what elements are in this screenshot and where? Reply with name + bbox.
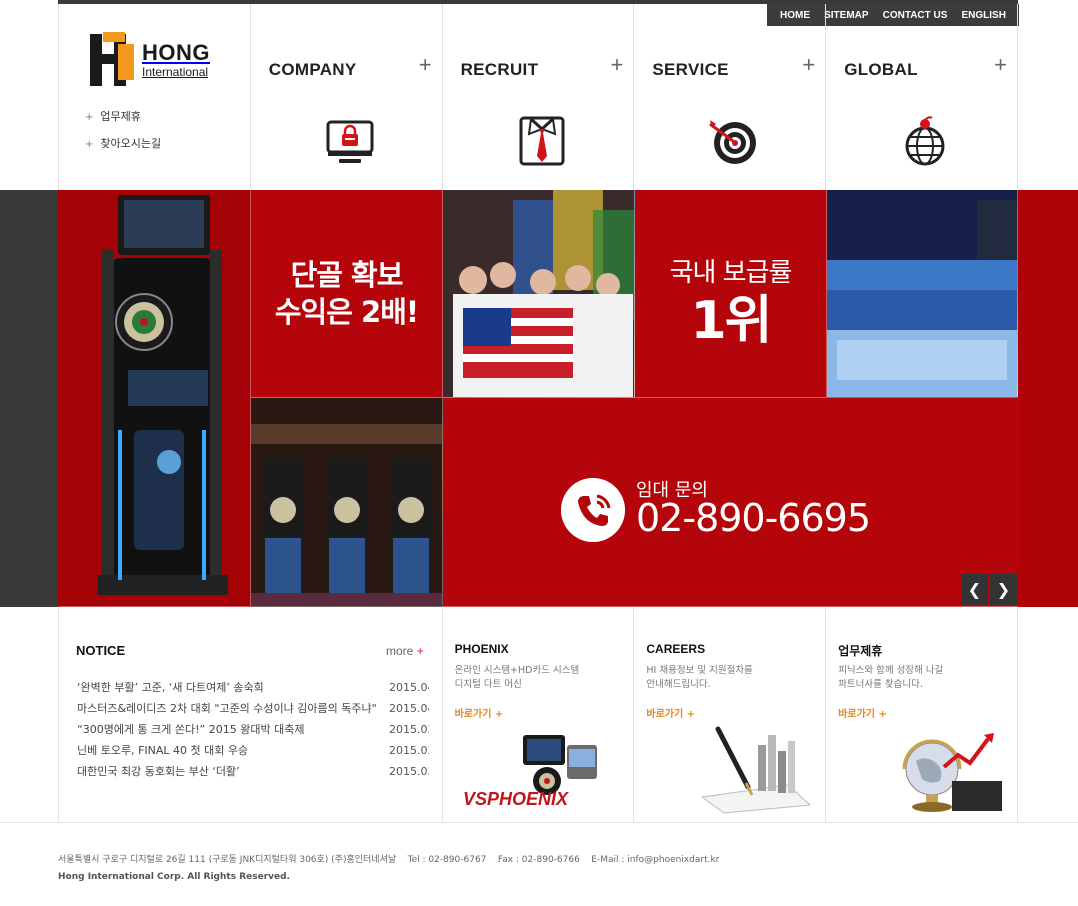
laptop-lock-icon <box>326 120 374 163</box>
logo-name: HONG <box>142 40 210 65</box>
hero-left-band <box>0 190 58 607</box>
footer-tel: Tel : 02-890-6767 <box>407 855 487 865</box>
menu-service-title: SERVICE <box>652 60 729 79</box>
team-flags-photo <box>443 190 635 398</box>
list-item[interactable]: ‘완벽한 부활’ 고준, ‘새 다트여제’ 송숙희 2015.04 <box>77 681 429 695</box>
menu-global[interactable]: GLOBAL + <box>826 4 1018 190</box>
phoenix-desc-line2: 디지털 다트 머신 <box>454 679 522 690</box>
careers-panel-desc: HI 채용정보 및 지원절차를 안내해드립니다. <box>646 664 816 692</box>
promo-tile-profit: 단골 확보 수익은 2배! <box>251 190 443 398</box>
festival-photo-illustration <box>827 190 1017 397</box>
quick-link-directions[interactable]: 찾아오시는길 <box>85 135 161 151</box>
partnership-panel-title: 업무제휴 <box>838 644 883 658</box>
phoenix-panel-desc: 온라인 시스템+HD카드 시스템 디지털 다트 머신 <box>455 664 625 692</box>
notice-item-date: 2015.03 <box>389 723 429 736</box>
footer-email: E-Mail : info@phoenixdart.kr <box>591 855 720 865</box>
careers-desc-line1: HI 채용정보 및 지원절차를 <box>646 665 753 676</box>
list-item[interactable]: 마스터즈&레이디즈 2차 대회 "고준의 수성이냐 김아름의 독주냐" 2015… <box>77 702 429 716</box>
notebook-pen-image <box>701 726 812 814</box>
header: HONG International 업무제휴 찾아오시는길 COMPANY +… <box>58 4 1018 190</box>
notice-item-title[interactable]: “300명에게 통 크게 쏜다!” 2015 왕대박 대축제 <box>77 723 383 737</box>
logo-mark-icon <box>90 32 136 88</box>
footer-address: 서울특별시 구로구 디지털로 26길 111 (구로동 JNK디지털타워 306… <box>58 855 397 865</box>
rental-inquiry-number: 02-890-6695 <box>636 496 871 540</box>
promo-profit-line1: 단골 확보 <box>290 258 404 293</box>
quick-link-partnership[interactable]: 업무제휴 <box>85 108 161 124</box>
globe-chart-image <box>902 733 1003 812</box>
dart-machine-image <box>58 190 251 607</box>
notice-panel: NOTICE more + ‘완벽한 부활’ 고준, ‘새 다트여제’ 송숙희 … <box>59 607 443 823</box>
careers-panel: CAREERS HI 채용정보 및 지원절차를 안내해드립니다. 바로가기 + <box>634 607 827 823</box>
hero-right-band <box>1018 190 1078 607</box>
partnership-desc-line1: 피닉스와 함께 성장해 나갈 <box>838 665 944 676</box>
notice-title: NOTICE <box>76 643 126 658</box>
rental-inquiry-tile[interactable]: 임대 문의 02-890-6695 <box>443 398 1018 607</box>
quick-links: 업무제휴 찾아오시는길 <box>85 108 161 162</box>
menu-company[interactable]: COMPANY + <box>251 4 443 190</box>
plus-icon: + <box>994 52 1007 77</box>
logo-cell: HONG International 업무제휴 찾아오시는길 <box>59 4 251 190</box>
menu-company-title: COMPANY <box>268 60 357 79</box>
phoenix-panel: PHOENIX 온라인 시스템+HD카드 시스템 디지털 다트 머신 바로가기 … <box>443 607 635 823</box>
site-logo[interactable]: HONG International <box>90 32 210 88</box>
phoenix-desc-line1: 온라인 시스템+HD카드 시스템 <box>454 665 580 676</box>
careers-desc-line2: 안내해드립니다. <box>646 679 711 690</box>
footer-divider <box>0 822 1078 823</box>
festival-hall-photo <box>827 190 1018 398</box>
team-photo-illustration <box>443 190 634 397</box>
careers-panel-title: CAREERS <box>646 642 706 656</box>
promo-profit-line2: 수익은 2배! <box>274 294 419 329</box>
plus-icon: + <box>418 52 432 77</box>
notice-more-link[interactable]: more + <box>386 644 424 658</box>
phoenix-go-link[interactable]: 바로가기 + <box>455 705 504 720</box>
menu-service[interactable]: SERVICE + <box>634 4 827 190</box>
notice-list: ‘완벽한 부활’ 고준, ‘새 다트여제’ 송숙희 2015.04 마스터즈&레… <box>77 681 429 786</box>
phone-icon <box>561 478 625 542</box>
footer-contact-line: 서울특별시 구로구 디지털로 26길 111 (구로동 JNK디지털타워 306… <box>58 852 719 869</box>
list-item[interactable]: “300명에게 통 크게 쏜다!” 2015 왕대박 대축제 2015.03 <box>77 723 429 737</box>
list-item[interactable]: 대한민국 최강 동호회는 부산 ‘더활’ 2015.03 <box>77 765 429 779</box>
notice-item-title[interactable]: ‘완벽한 부활’ 고준, ‘새 다트여제’ 송숙희 <box>77 681 383 695</box>
menu-recruit[interactable]: RECRUIT + <box>443 4 635 190</box>
promo-tile-rank: 국내 보급률 1위 <box>635 190 827 398</box>
tournament-photo-illustration <box>251 398 442 606</box>
footer: 서울특별시 구로구 디지털로 26길 111 (구로동 JNK디지털타워 306… <box>58 852 719 886</box>
footer-copyright: Hong International Corp. All Rights Rese… <box>58 872 290 882</box>
footer-fax: Fax : 02-890-6766 <box>497 855 580 865</box>
logo-subname: International <box>142 65 209 79</box>
plus-icon: + <box>416 644 424 658</box>
shirt-tie-icon <box>519 116 565 166</box>
notice-item-title[interactable]: 대한민국 최강 동호회는 부산 ‘더활’ <box>77 765 383 779</box>
notice-item-date: 2015.04 <box>389 702 429 715</box>
dart-machine-illustration <box>58 190 250 606</box>
plus-icon: + <box>802 52 816 77</box>
notice-item-date: 2015.04 <box>389 681 429 694</box>
notice-item-title[interactable]: 마스터즈&레이디즈 2차 대회 "고준의 수성이냐 김아름의 독주냐" <box>77 702 383 716</box>
list-item[interactable]: 닌베 토오루, FINAL 40 첫 대회 우승 2015.03 <box>77 744 429 758</box>
slide-next-button[interactable]: ❯ <box>990 574 1017 605</box>
promo-rank-value: 1위 <box>690 291 772 351</box>
phoenix-panel-title: PHOENIX <box>454 642 509 656</box>
partnership-desc-line2: 파트너사를 찾습니다. <box>838 679 923 690</box>
plus-icon: + <box>610 52 624 77</box>
notice-item-title[interactable]: 닌베 토오루, FINAL 40 첫 대회 우승 <box>77 744 383 758</box>
partnership-go-link[interactable]: 바로가기 + <box>838 705 887 720</box>
menu-global-title: GLOBAL <box>844 60 918 79</box>
bottom-panels: NOTICE more + ‘완벽한 부활’ 고준, ‘새 다트여제’ 송숙희 … <box>58 607 1018 823</box>
notice-item-date: 2015.03 <box>389 744 429 757</box>
dartboard-icon <box>709 120 757 164</box>
partnership-panel-desc: 피닉스와 함께 성장해 나갈 파트너사를 찾습니다. <box>838 664 1008 692</box>
careers-go-link[interactable]: 바로가기 + <box>646 705 695 720</box>
notice-more-label: more <box>386 644 414 658</box>
menu-recruit-title: RECRUIT <box>460 60 539 79</box>
globe-apple-icon <box>905 116 945 166</box>
hero-banner: 단골 확보 수익은 2배! 국내 보급률 1위 임대 문의 02-890-669… <box>0 190 1078 607</box>
notice-item-date: 2015.03 <box>389 765 429 778</box>
phoenix-brand-text: VSPHOENIX <box>463 789 569 809</box>
partnership-panel: 업무제휴 피닉스와 함께 성장해 나갈 파트너사를 찾습니다. 바로가기 + <box>826 607 1018 823</box>
slide-prev-button[interactable]: ❮ <box>961 574 988 605</box>
busan-tournament-photo <box>251 398 443 607</box>
phoenix-machine-image: VSPHOENIX <box>463 735 597 809</box>
